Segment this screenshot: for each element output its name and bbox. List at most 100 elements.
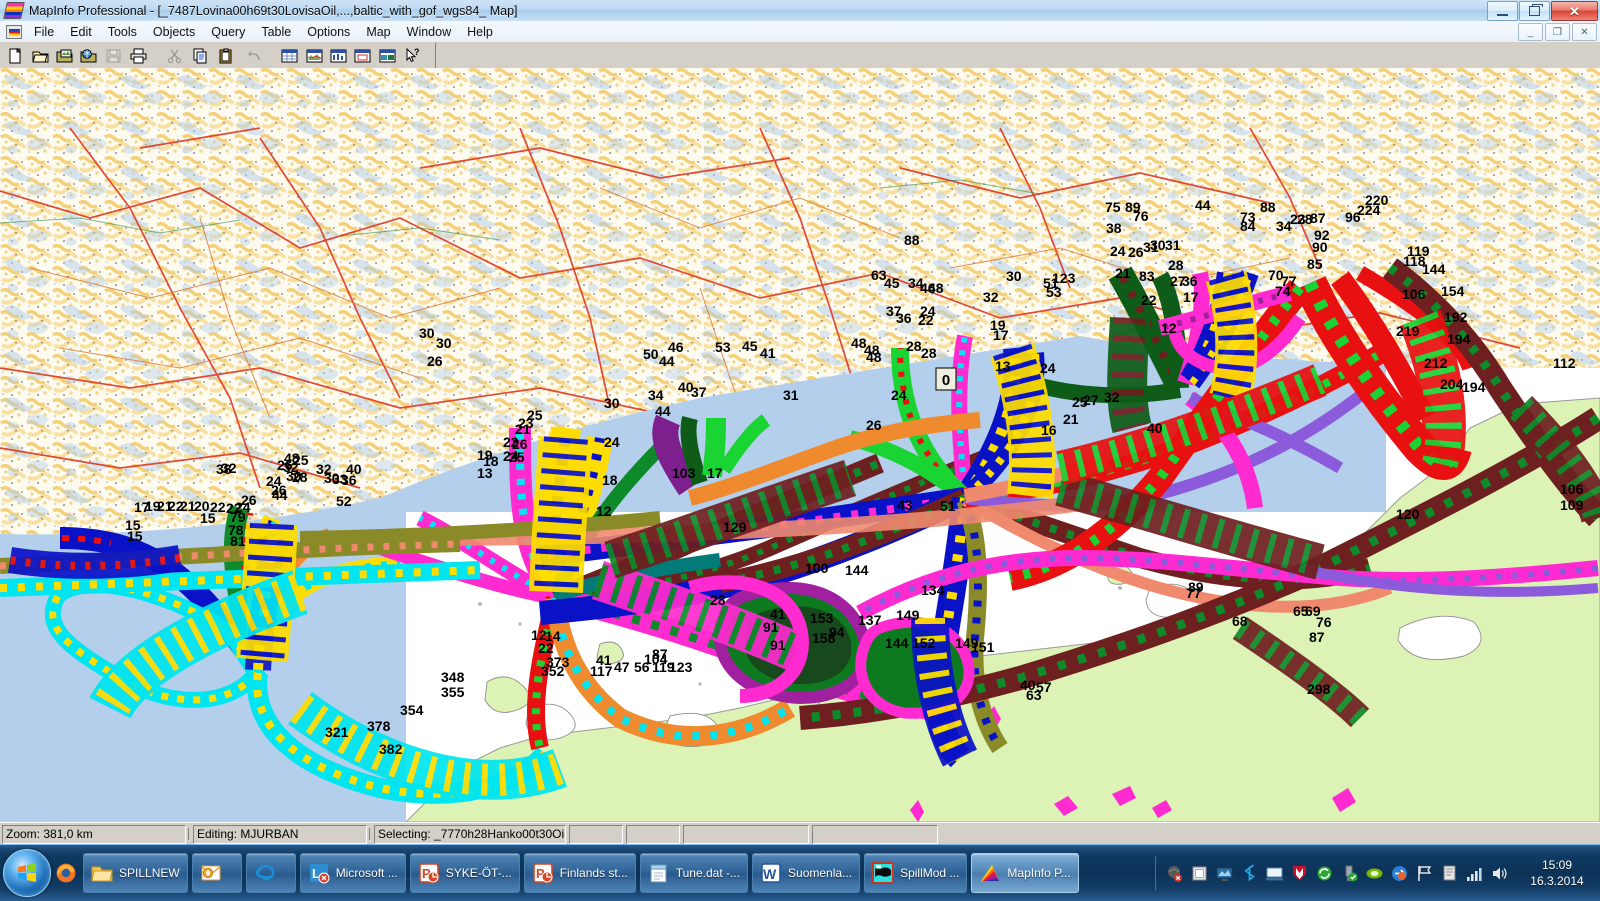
trajectory-label: 30 — [419, 325, 435, 341]
tray-network-icon[interactable] — [1265, 864, 1284, 883]
trajectory-label: 28 — [1168, 257, 1184, 273]
open-table-button[interactable] — [28, 44, 52, 68]
copy-button[interactable] — [188, 44, 213, 68]
menu-file[interactable]: File — [26, 23, 62, 41]
trajectory-label: 144 — [1422, 261, 1446, 277]
task-iexplore[interactable] — [245, 853, 296, 893]
task-spillnew[interactable]: SPILLNEW — [83, 853, 188, 893]
svg-text:W: W — [763, 866, 777, 882]
status-grip-1[interactable] — [187, 828, 191, 840]
trajectory-label: 56 — [634, 659, 650, 675]
print-button[interactable] — [126, 44, 151, 68]
tray-bluetooth-icon[interactable] — [1240, 864, 1259, 883]
trajectory-label: 48 — [928, 280, 944, 296]
close-button[interactable]: ✕ — [1551, 1, 1598, 21]
trajectory-label: 74 — [1275, 283, 1291, 299]
tray-disabled-icon[interactable] — [1165, 864, 1184, 883]
trajectory-label: 16 — [1041, 422, 1057, 438]
menu-objects[interactable]: Objects — [145, 23, 203, 41]
trajectory-label: 12 — [1161, 320, 1177, 336]
mdi-window-controls: _ ❐ ✕ — [1518, 23, 1597, 41]
tray-volume-icon[interactable] — [1490, 864, 1509, 883]
task-outlook[interactable] — [191, 853, 242, 893]
menu-query[interactable]: Query — [203, 23, 253, 41]
task-lync[interactable]: L Microsoft ... — [299, 853, 406, 893]
map-window[interactable]: 0 30 30 26 19 18 13 25 23 21 22 26 24 25 30 24 18 12 46 50… — [0, 68, 1600, 822]
tray-nvidia-icon[interactable] — [1365, 864, 1384, 883]
open-web-service-button[interactable] — [77, 44, 101, 68]
quicklaunch-firefox[interactable] — [51, 850, 81, 896]
new-browser-button[interactable] — [278, 44, 302, 68]
trajectory-label: 352 — [541, 663, 565, 679]
start-orb[interactable] — [3, 849, 51, 897]
restore-button[interactable] — [1519, 1, 1550, 21]
new-grapher-button[interactable] — [326, 44, 351, 68]
task-label: Suomenla... — [788, 866, 853, 880]
trajectory-label: 24 — [891, 387, 907, 403]
tray-printer-icon[interactable] — [1440, 864, 1459, 883]
trajectory-label: 81 — [230, 533, 246, 549]
oil-spill-trajectory-map[interactable]: 0 30302619181325232122262425302418124650… — [0, 68, 1600, 822]
cut-button[interactable] — [162, 44, 187, 68]
tray-flag-icon[interactable] — [1415, 864, 1434, 883]
status-grip-2[interactable] — [368, 828, 372, 840]
tray-monitor-icon[interactable] — [1190, 864, 1209, 883]
trajectory-label: 100 — [805, 560, 829, 576]
trajectory-label: 103 — [672, 465, 696, 481]
taskbar-clock[interactable]: 15:09 16.3.2014 — [1518, 857, 1596, 889]
task-spillmod[interactable]: SpillMod ... — [864, 853, 968, 893]
trajectory-label: 15 — [200, 510, 216, 526]
mdi-close-button[interactable]: ✕ — [1572, 23, 1597, 41]
mdi-restore-button[interactable]: ❐ — [1545, 23, 1570, 41]
tray-signal-icon[interactable] — [1465, 864, 1484, 883]
menu-edit[interactable]: Edit — [62, 23, 100, 41]
context-help-button[interactable]: ? — [400, 44, 425, 68]
trajectory-label: 88 — [904, 232, 920, 248]
task-syke-ot[interactable]: P SYKE-ÖT-... — [409, 853, 520, 893]
trajectory-label: 36 — [1182, 273, 1198, 289]
clock-date: 16.3.2014 — [1530, 874, 1584, 888]
menu-window[interactable]: Window — [399, 23, 459, 41]
trajectory-label: 40 — [346, 461, 362, 477]
task-mapinfo[interactable]: MapInfo P... — [971, 853, 1079, 893]
tray-sync-icon[interactable] — [1315, 864, 1334, 883]
tray-mcafee-icon[interactable] — [1290, 864, 1309, 883]
save-table-button[interactable] — [101, 44, 126, 68]
new-table-button[interactable] — [4, 44, 28, 68]
menu-tools[interactable]: Tools — [100, 23, 145, 41]
menu-map[interactable]: Map — [358, 23, 398, 41]
task-tune-dat[interactable]: Tune.dat -... — [639, 853, 749, 893]
trajectory-label: 18 — [602, 472, 618, 488]
trajectory-label: 30 — [436, 335, 452, 351]
task-suomenla[interactable]: W Suomenla... — [752, 853, 861, 893]
trajectory-label: 24 — [920, 303, 936, 319]
undo-button[interactable] — [242, 44, 267, 68]
tray-usb-safe-remove-icon[interactable] — [1340, 864, 1359, 883]
trajectory-label: 17 — [993, 327, 1009, 343]
trajectory-label: 45 — [742, 338, 758, 354]
new-redistrict-button[interactable] — [375, 44, 400, 68]
trajectory-label: 38 — [1106, 220, 1122, 236]
mdi-minimize-button[interactable]: _ — [1518, 23, 1543, 41]
new-mapper-button[interactable] — [302, 44, 326, 68]
menu-options[interactable]: Options — [299, 23, 358, 41]
status-zoom: Zoom: 381,0 km — [2, 824, 186, 844]
window-controls: ✕ — [1487, 1, 1598, 21]
tray-update-icon[interactable] — [1390, 864, 1409, 883]
status-selecting: Selecting: _7770h28Hanko00t30Oi — [374, 824, 566, 844]
tray-display-icon[interactable] — [1215, 864, 1234, 883]
minimize-button[interactable] — [1487, 1, 1518, 21]
task-finlands[interactable]: P Finlands st... — [523, 853, 636, 893]
word-icon: W — [761, 863, 781, 883]
menu-table[interactable]: Table — [253, 23, 299, 41]
paste-button[interactable] — [214, 44, 239, 68]
open-workspace-button[interactable] — [52, 44, 77, 68]
menu-help[interactable]: Help — [459, 23, 501, 41]
trajectory-label: 224 — [1357, 202, 1381, 218]
trajectory-label: 50 — [643, 346, 659, 362]
new-layout-button[interactable] — [351, 44, 375, 68]
trajectory-label: 91 — [770, 637, 786, 653]
trajectory-label: 144 — [885, 635, 909, 651]
trajectory-label: 26 — [866, 417, 882, 433]
spill-origin-marker[interactable]: 0 — [935, 367, 957, 391]
